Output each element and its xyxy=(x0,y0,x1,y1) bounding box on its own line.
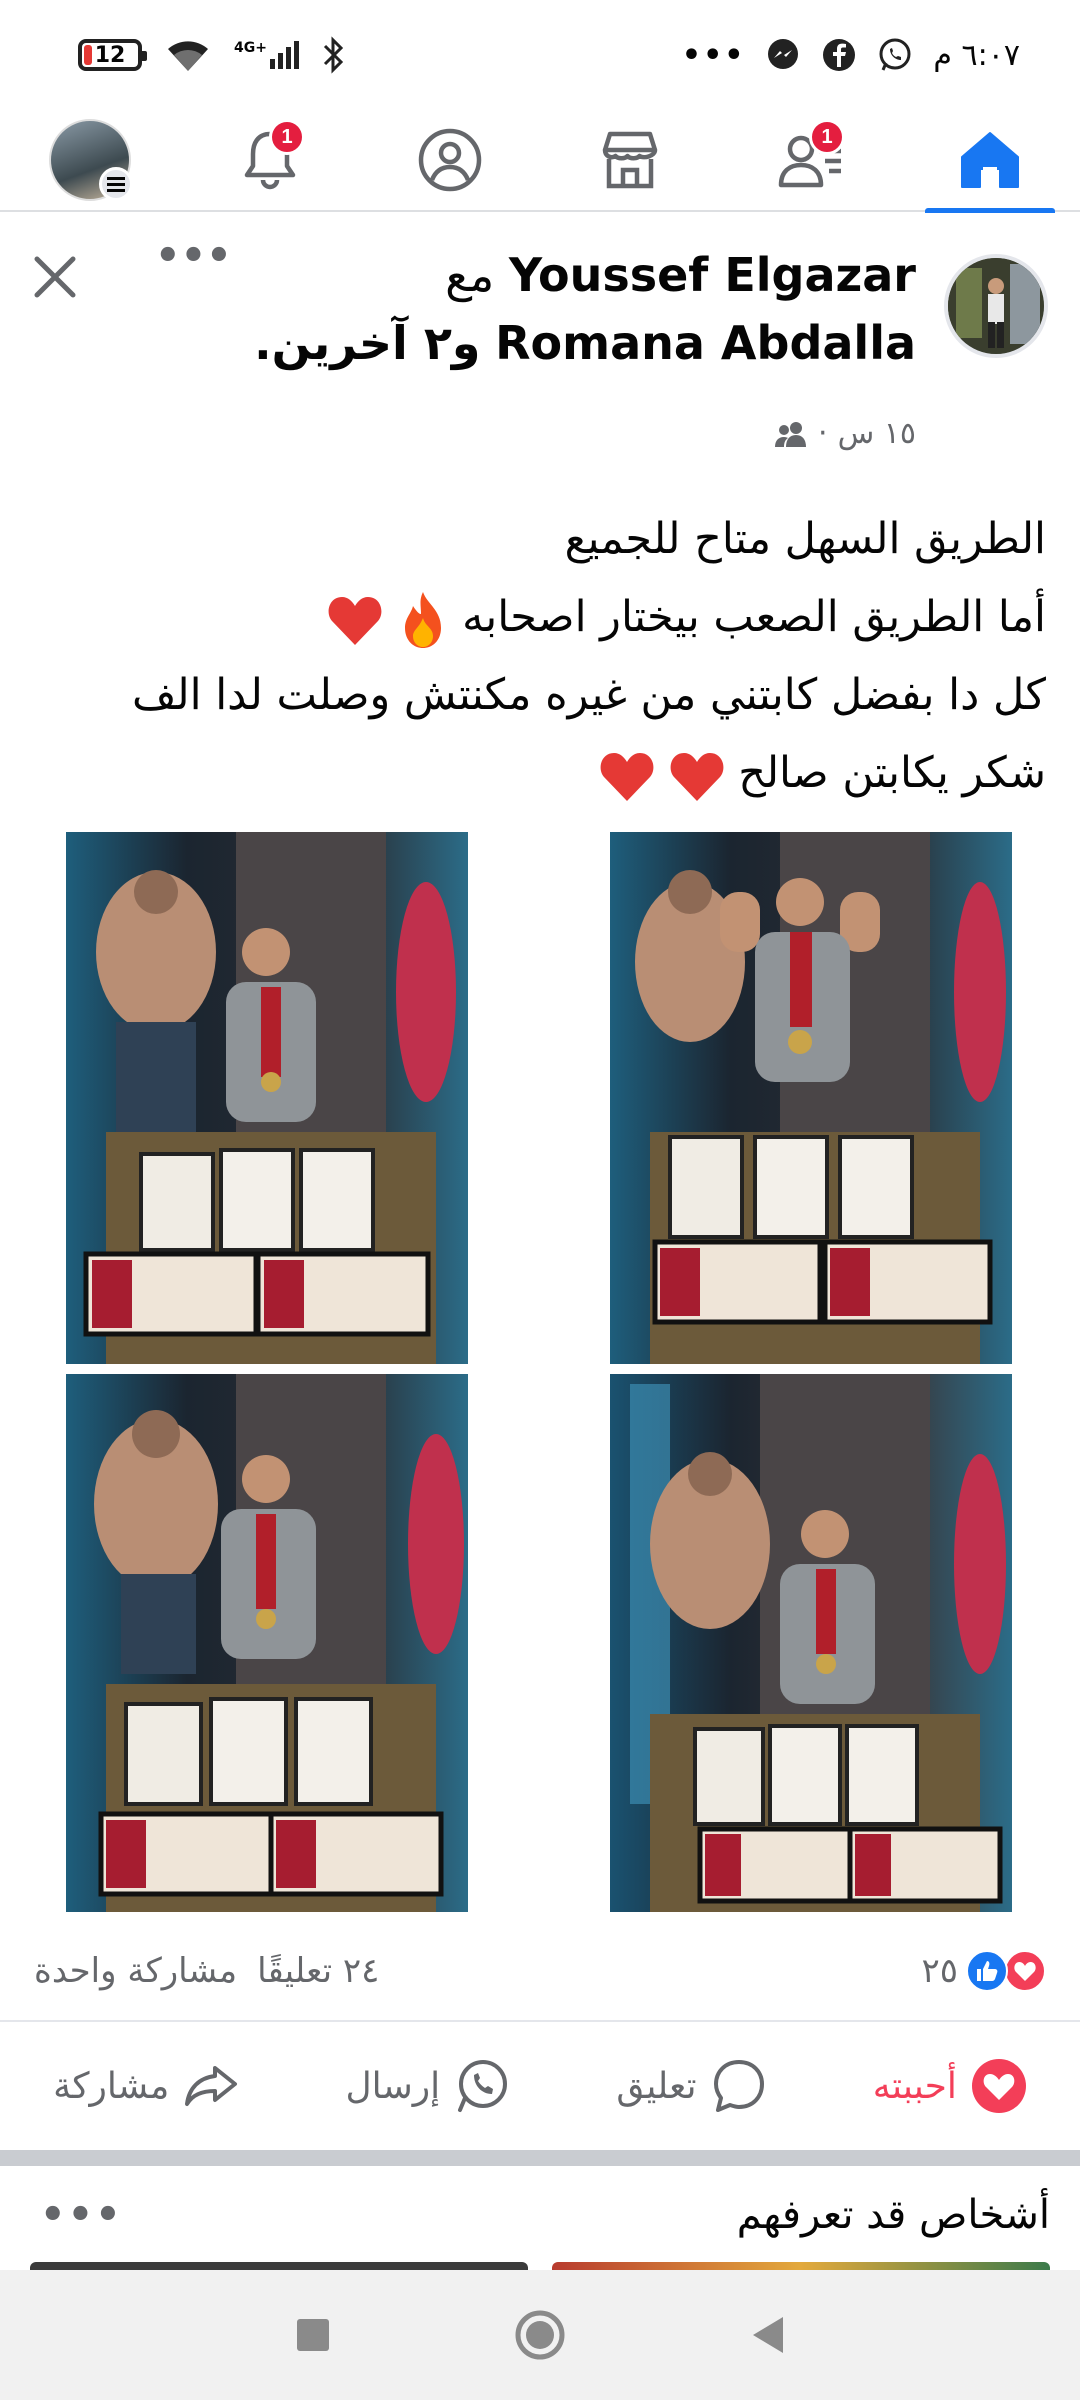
author-line-1: Youssef Elgazar مع xyxy=(66,238,916,312)
pymk-card[interactable] xyxy=(30,2262,528,2270)
reactions[interactable]: ٢٥ xyxy=(921,1950,1046,1992)
shares-count[interactable]: مشاركة واحدة xyxy=(34,1951,237,1991)
share-button[interactable]: مشاركة xyxy=(43,2046,249,2126)
red-heart-emoji-icon xyxy=(328,596,382,645)
menu-icon xyxy=(99,167,133,201)
post-meta: ١٥ س · xyxy=(774,416,916,451)
people-you-may-know-header: ••• أشخاص قد تعرفهم xyxy=(0,2166,1080,2264)
author-line-2: Romana Abdalla و٢ آخرين. xyxy=(66,306,916,380)
love-label: أحببته xyxy=(872,2065,957,2107)
comment-button[interactable]: تعليق xyxy=(606,2046,776,2126)
post-header: ••• Youssef Elgazar مع Romana Abdalla و٢… xyxy=(0,216,1080,466)
post-actions: مشاركة إرسال تعليق أحببته xyxy=(0,2036,1080,2136)
whatsapp-icon xyxy=(879,38,911,71)
nav-menu-profile[interactable] xyxy=(25,109,155,211)
post-photo-4[interactable] xyxy=(610,1374,1012,1912)
bluetooth-icon xyxy=(323,36,344,74)
top-navigation: 1 1 xyxy=(0,109,1080,213)
love-icon xyxy=(971,2059,1026,2113)
like-reaction-icon xyxy=(966,1950,1008,1992)
red-heart-emoji-icon xyxy=(600,752,654,801)
nav-home[interactable] xyxy=(925,109,1055,213)
battery-level: 12 xyxy=(94,42,126,68)
marketplace-icon xyxy=(602,131,658,189)
pymk-card[interactable] xyxy=(552,2262,1050,2270)
comments-count[interactable]: ٢٤ تعليقًا xyxy=(257,1951,379,1991)
home-button[interactable] xyxy=(500,2295,580,2375)
whatsapp-icon xyxy=(458,2060,508,2112)
wifi-icon xyxy=(168,41,208,71)
pymk-more-button[interactable]: ••• xyxy=(40,2192,123,2238)
post-text: الطريق السهل متاح للجميع أما الطريق الصع… xyxy=(26,500,1046,812)
post-text-line-4: شكر يكابتن صالح xyxy=(738,748,1046,798)
fire-emoji-icon xyxy=(404,591,441,648)
tagged-name[interactable]: Romana Abdalla xyxy=(495,316,916,370)
post-text-line-4-wrap: شكر يكابتن صالح xyxy=(26,734,1046,812)
reactions-count: ٢٥ xyxy=(921,1951,958,1991)
avatar xyxy=(49,119,133,201)
comment-label: تعليق xyxy=(616,2065,697,2107)
share-label: مشاركة xyxy=(53,2065,170,2107)
system-navigation-bar xyxy=(0,2270,1080,2400)
friend-requests-badge: 1 xyxy=(809,119,845,155)
home-icon xyxy=(961,132,1019,188)
post-text-line-2: أما الطريق الصعب بيختار اصحابه xyxy=(462,592,1046,642)
nav-friends[interactable]: 1 xyxy=(745,109,875,211)
back-triangle-icon xyxy=(752,2317,783,2353)
send-label: إرسال xyxy=(345,2065,441,2107)
more-notifications-indicator: ••• xyxy=(681,37,746,73)
friends-audience-icon xyxy=(775,421,807,447)
photo-grid xyxy=(0,832,1080,1912)
messenger-icon xyxy=(768,39,799,69)
feed-separator xyxy=(0,2150,1080,2166)
nav-notifications[interactable]: 1 xyxy=(205,109,335,211)
author-avatar[interactable] xyxy=(944,254,1048,358)
post-text-line-1: الطريق السهل متاح للجميع xyxy=(564,514,1046,564)
nav-marketplace[interactable] xyxy=(565,109,695,211)
meta-separator: · xyxy=(818,416,828,451)
red-heart-emoji-icon xyxy=(670,752,723,801)
battery-icon: 12 xyxy=(78,39,147,71)
square-icon xyxy=(297,2319,330,2351)
facebook-icon xyxy=(823,39,856,71)
pymk-cards-preview xyxy=(0,2262,1080,2270)
back-button[interactable] xyxy=(727,2295,807,2375)
status-bar: 12 4G+ ••• ٦:٠٧ م xyxy=(0,0,1080,110)
love-reaction-button[interactable]: أحببته xyxy=(863,2046,1037,2126)
post-text-line-2-wrap: أما الطريق الصعب بيختار اصحابه xyxy=(26,578,1046,656)
nav-profile[interactable] xyxy=(385,109,515,211)
network-type: 4G+ xyxy=(234,40,267,56)
send-button[interactable]: إرسال xyxy=(335,2046,520,2126)
post-text-line-3: كل دا بفضل كابتني من غيره مكنتش وصلت لدا… xyxy=(131,670,1046,720)
post-photo-3[interactable] xyxy=(66,1374,468,1912)
status-right: ••• ٦:٠٧ م xyxy=(682,37,1020,73)
author-name[interactable]: Youssef Elgazar xyxy=(509,248,916,302)
share-icon xyxy=(185,2066,238,2106)
recents-button[interactable] xyxy=(273,2295,353,2375)
post-time[interactable]: ١٥ س xyxy=(838,416,916,451)
with-label: مع xyxy=(445,248,495,302)
profile-icon xyxy=(418,128,482,192)
clock: ٦:٠٧ م xyxy=(933,37,1020,73)
reaction-summary: ٢٤ تعليقًا مشاركة واحدة ٢٥ xyxy=(0,1922,1080,2022)
circle-icon xyxy=(515,2310,565,2360)
cellular-signal-icon: 4G+ xyxy=(234,41,299,69)
and-others-link[interactable]: و٢ آخرين. xyxy=(254,316,480,370)
status-left: 12 4G+ xyxy=(78,36,347,74)
pymk-title: أشخاص قد تعرفهم xyxy=(736,2192,1050,2238)
comment-icon xyxy=(713,2060,764,2112)
engagement-stats: ٢٤ تعليقًا مشاركة واحدة xyxy=(34,1951,379,1991)
love-reaction-icon xyxy=(1004,1950,1046,1992)
post-photo-2[interactable] xyxy=(610,832,1012,1364)
notifications-badge: 1 xyxy=(269,119,305,155)
post-photo-1[interactable] xyxy=(66,832,468,1364)
